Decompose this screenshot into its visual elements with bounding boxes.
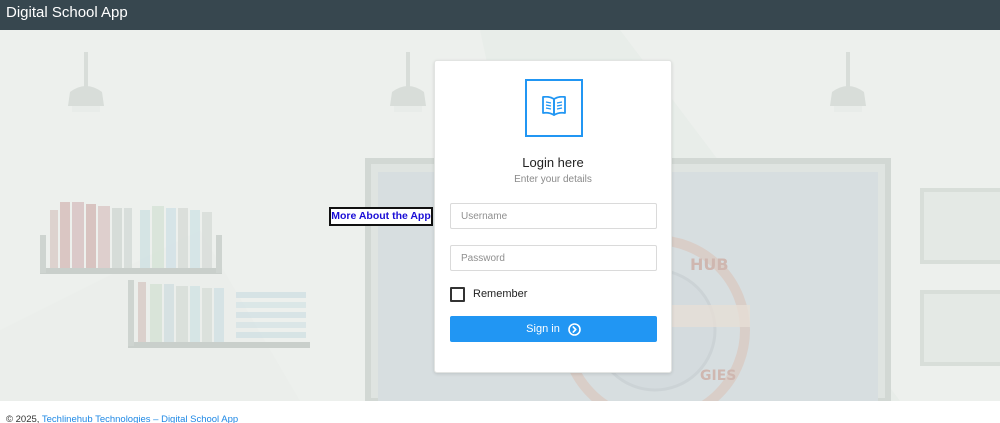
- password-input[interactable]: [450, 245, 657, 271]
- remember-label: Remember: [473, 288, 528, 300]
- svg-text:HUB: HUB: [690, 255, 729, 274]
- circle-chevron-right-icon: [568, 322, 581, 336]
- remember-option[interactable]: Remember: [450, 286, 527, 302]
- app-logo: [525, 79, 583, 137]
- copyright-text: © 2025,: [6, 414, 40, 423]
- footer: © 2025, Techlinehub Technologies – Digit…: [0, 401, 1000, 423]
- remember-checkbox[interactable]: [450, 286, 465, 302]
- sign-in-label: Sign in: [526, 323, 560, 335]
- sign-in-button[interactable]: Sign in: [450, 316, 657, 342]
- more-about-app-button[interactable]: More About the App: [329, 207, 433, 226]
- company-link[interactable]: Techlinehub Technologies – Digital Schoo…: [42, 414, 238, 423]
- open-book-icon: [541, 95, 567, 121]
- login-card: Login here Enter your details Remember S…: [434, 60, 672, 373]
- username-input[interactable]: [450, 203, 657, 229]
- footer-text: © 2025, Techlinehub Technologies – Digit…: [6, 414, 238, 423]
- login-subtitle: Enter your details: [514, 174, 592, 185]
- app-title: Digital School App: [6, 4, 128, 21]
- login-title: Login here: [522, 155, 584, 170]
- top-navbar: Digital School App: [0, 0, 1000, 30]
- svg-text:GIES: GIES: [700, 368, 736, 384]
